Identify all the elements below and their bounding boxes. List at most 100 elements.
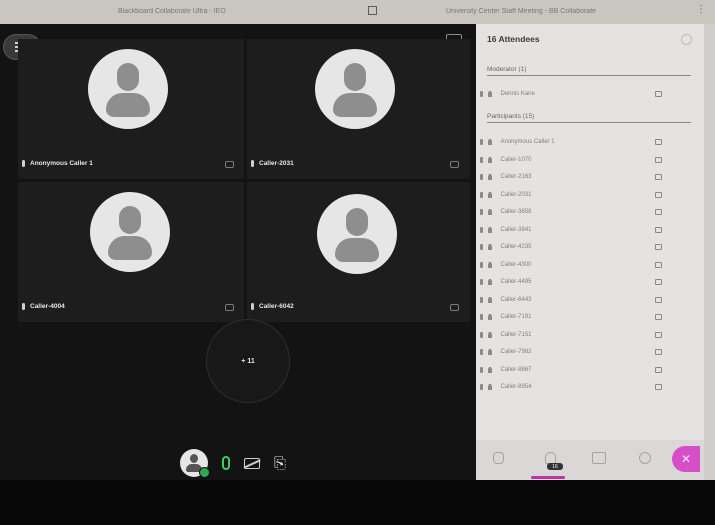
presence-dot: [199, 467, 210, 478]
attendee-row[interactable]: Caller-8867: [480, 363, 690, 377]
close-panel-button[interactable]: ✕: [672, 446, 700, 472]
video-tile[interactable]: Anonymous Caller 1: [18, 39, 244, 179]
attendee-row[interactable]: Caller-2031: [480, 188, 690, 202]
captions-icon: [655, 349, 662, 355]
captions-icon: [655, 191, 662, 198]
attendee-name: Caller-1070: [500, 156, 532, 163]
captions-icon: [225, 304, 234, 311]
person-icon: [487, 349, 492, 355]
attendee-name: Caller-7151: [500, 331, 532, 338]
captions-icon: [655, 314, 662, 320]
attendee-name: Caller-6443: [500, 296, 532, 303]
mic-toggle-icon[interactable]: [222, 456, 230, 470]
panel-options-icon[interactable]: [681, 34, 692, 45]
captions-icon: [450, 304, 459, 311]
browser-tab-2[interactable]: University Center Staff Meeting - BB Col…: [446, 8, 596, 15]
captions-icon: [655, 226, 662, 233]
mic-icon: [480, 191, 483, 198]
attendee-name: Caller-4300: [500, 261, 532, 268]
mic-icon: [480, 174, 483, 180]
video-stage: Anonymous Caller 1 Caller-2031 Caller-40…: [0, 24, 476, 480]
scrollbar[interactable]: [704, 24, 715, 480]
browser-tab-bar: Blackboard Collaborate Ultra - IEO Unive…: [0, 0, 715, 24]
attendee-row[interactable]: Caller-2163: [480, 170, 690, 184]
person-icon: [487, 226, 492, 233]
attendee-name: Caller-3858: [500, 209, 532, 215]
settings-icon[interactable]: [639, 452, 651, 464]
captions-icon: [655, 139, 662, 145]
browser-menu-icon[interactable]: ⋮: [696, 4, 706, 15]
mic-icon: [480, 156, 483, 163]
attendee-row[interactable]: Caller-4495: [480, 275, 690, 289]
mic-icon: [480, 296, 483, 303]
attendee-name: Caller-4235: [500, 244, 532, 250]
captions-icon: [655, 296, 662, 303]
captions-icon: [655, 261, 662, 268]
tile-name: Caller-6042: [259, 303, 294, 310]
share-content-icon[interactable]: [592, 452, 606, 464]
captions-icon: [655, 156, 662, 163]
my-status-button[interactable]: [180, 449, 210, 478]
captions-icon: [655, 384, 662, 390]
attendee-name: Caller-8954: [500, 384, 532, 390]
video-tile[interactable]: Caller-2031: [247, 39, 470, 179]
mic-icon: [480, 244, 483, 250]
avatar: [88, 49, 168, 129]
participants-heading: Participants (15): [487, 113, 691, 123]
captions-icon: [655, 279, 662, 285]
mic-icon: [480, 209, 483, 215]
panel-title: 16 Attendees: [487, 34, 540, 44]
mic-icon: [480, 279, 483, 285]
mic-icon: [251, 160, 254, 167]
mic-icon: [480, 384, 483, 390]
attendee-row[interactable]: Caller-8954: [480, 380, 690, 394]
mic-icon: [480, 314, 483, 320]
person-icon: [487, 156, 492, 163]
person-icon: [487, 139, 492, 145]
attendee-row[interactable]: Caller-7982: [480, 345, 690, 359]
video-tile[interactable]: Caller-4004: [18, 182, 244, 322]
attendee-row[interactable]: Caller-4300: [480, 258, 690, 272]
screen-bezel: [0, 480, 715, 525]
person-icon: [487, 174, 492, 180]
attendee-row[interactable]: Caller-3841: [480, 223, 690, 237]
share-content-icon[interactable]: ⎘: [274, 456, 286, 471]
attendee-row[interactable]: Dennis Kane: [480, 87, 690, 101]
mic-icon: [480, 139, 483, 145]
attendee-row[interactable]: Caller-3858: [480, 205, 690, 219]
attendee-row[interactable]: Caller-7191: [480, 310, 690, 324]
attendee-name: Anonymous Caller 1: [500, 139, 555, 145]
camera-off-icon[interactable]: [244, 457, 260, 469]
attendee-row[interactable]: Caller-7151: [480, 328, 690, 342]
session-controls: ⎘: [180, 449, 286, 478]
attendee-name: Caller-7191: [500, 314, 532, 320]
mic-icon: [22, 160, 25, 167]
video-tile[interactable]: Caller-6042: [247, 182, 470, 322]
attendee-row[interactable]: Caller-1070: [480, 153, 690, 167]
attendee-row[interactable]: Caller-6443: [480, 293, 690, 307]
attendee-row[interactable]: Caller-4235: [480, 240, 690, 254]
person-icon: [487, 331, 492, 338]
avatar: [315, 49, 395, 129]
captions-icon: [225, 161, 234, 168]
captions-icon: [655, 244, 662, 250]
captions-icon: [655, 174, 662, 180]
attendee-name: Caller-8867: [500, 366, 532, 373]
person-icon: [487, 384, 492, 390]
person-icon: [487, 91, 492, 97]
attendee-row[interactable]: Anonymous Caller 1: [480, 135, 690, 149]
tile-name: Caller-4004: [30, 303, 65, 310]
attendee-name: Dennis Kane: [500, 91, 535, 97]
person-icon: [487, 314, 492, 320]
person-icon: [487, 261, 492, 268]
person-icon: [487, 191, 492, 198]
new-tab-icon[interactable]: [368, 6, 377, 15]
avatar: [317, 194, 397, 274]
captions-icon: [450, 161, 459, 168]
more-participants-bubble[interactable]: + 11: [206, 319, 290, 403]
browser-tab-1[interactable]: Blackboard Collaborate Ultra - IEO: [118, 8, 226, 15]
moderators-heading: Moderator (1): [487, 66, 691, 76]
attendee-name: Caller-4495: [500, 279, 532, 285]
chat-icon[interactable]: [493, 452, 504, 464]
mic-icon: [480, 226, 483, 233]
